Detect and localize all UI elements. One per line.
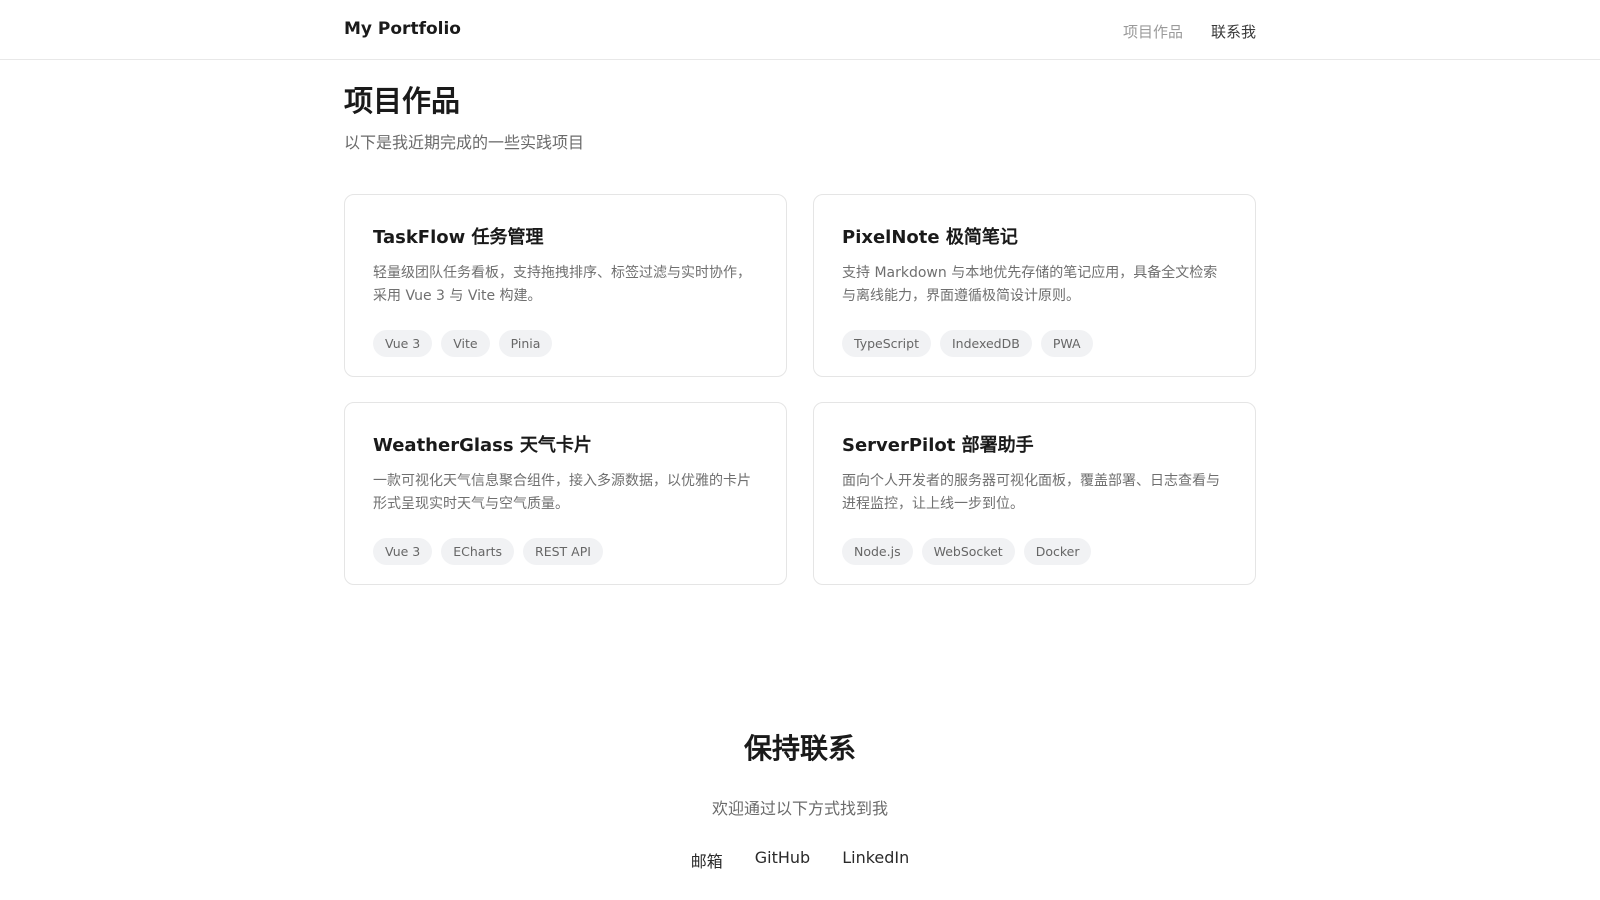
contact-link-github[interactable]: GitHub: [755, 848, 810, 872]
nav-link-contact[interactable]: 联系我: [1211, 21, 1256, 42]
project-card-weatherglass[interactable]: WeatherGlass 天气卡片 一款可视化天气信息聚合组件，接入多源数据，以…: [344, 402, 787, 585]
project-card-title: TaskFlow 任务管理: [373, 227, 544, 248]
project-grid: TaskFlow 任务管理 轻量级团队任务看板，支持拖拽排序、标签过滤与实时协作…: [344, 194, 1256, 585]
nav-link-projects[interactable]: 项目作品: [1123, 21, 1183, 42]
contact-link-email[interactable]: 邮箱: [691, 848, 723, 872]
contact-subtitle: 欢迎通过以下方式找到我: [711, 799, 888, 818]
project-card-tags: Vue 3 Vite Pinia: [373, 330, 758, 357]
tech-tag: Docker: [1023, 538, 1092, 565]
contact-title: 保持联系: [743, 732, 856, 765]
project-card-pixelnote[interactable]: PixelNote 极简笔记 支持 Markdown 与本地优先存储的笔记应用，…: [813, 194, 1256, 377]
projects-subtitle: 以下是我近期完成的一些实践项目: [344, 133, 585, 152]
tech-tag: Pinia: [498, 330, 553, 357]
contact-links: 邮箱 GitHub LinkedIn: [0, 848, 1600, 872]
tech-tag: PWA: [1040, 330, 1093, 357]
project-card-tags: Node.js WebSocket Docker: [842, 538, 1227, 565]
tech-tag: Vue 3: [373, 538, 433, 565]
project-card-taskflow[interactable]: TaskFlow 任务管理 轻量级团队任务看板，支持拖拽排序、标签过滤与实时协作…: [344, 194, 787, 377]
main-nav: 项目作品 联系我: [1123, 21, 1256, 42]
project-card-description: 轻量级团队任务看板，支持拖拽排序、标签过滤与实时协作，采用 Vue 3 与 Vi…: [373, 265, 751, 304]
project-card-description: 面向个人开发者的服务器可视化面板，覆盖部署、日志查看与进程监控，让上线一步到位。: [842, 473, 1220, 512]
project-card-tags: TypeScript IndexedDB PWA: [842, 330, 1227, 357]
project-card-title: WeatherGlass 天气卡片: [373, 435, 592, 456]
project-card-tags: Vue 3 ECharts REST API: [373, 538, 758, 565]
projects-title: 项目作品: [344, 84, 461, 118]
project-card-description: 支持 Markdown 与本地优先存储的笔记应用，具备全文检索与离线能力，界面遵…: [842, 265, 1218, 304]
project-card-serverpilot[interactable]: ServerPilot 部署助手 面向个人开发者的服务器可视化面板，覆盖部署、日…: [813, 402, 1256, 585]
project-card-title: ServerPilot 部署助手: [842, 435, 1034, 456]
tech-tag: Vue 3: [373, 330, 433, 357]
tech-tag: Node.js: [842, 538, 913, 565]
tech-tag: IndexedDB: [939, 330, 1032, 357]
tech-tag: REST API: [523, 538, 603, 565]
brand-logo-text[interactable]: My Portfolio: [344, 19, 461, 39]
tech-tag: TypeScript: [842, 330, 931, 357]
tech-tag: Vite: [441, 330, 490, 357]
project-card-title: PixelNote 极简笔记: [842, 227, 1018, 248]
top-navbar: My Portfolio 项目作品 联系我: [0, 0, 1600, 60]
contact-link-linkedin[interactable]: LinkedIn: [842, 848, 909, 872]
tech-tag: ECharts: [441, 538, 515, 565]
project-card-description: 一款可视化天气信息聚合组件，接入多源数据，以优雅的卡片形式呈现实时天气与空气质量…: [373, 473, 751, 512]
tech-tag: WebSocket: [921, 538, 1015, 565]
